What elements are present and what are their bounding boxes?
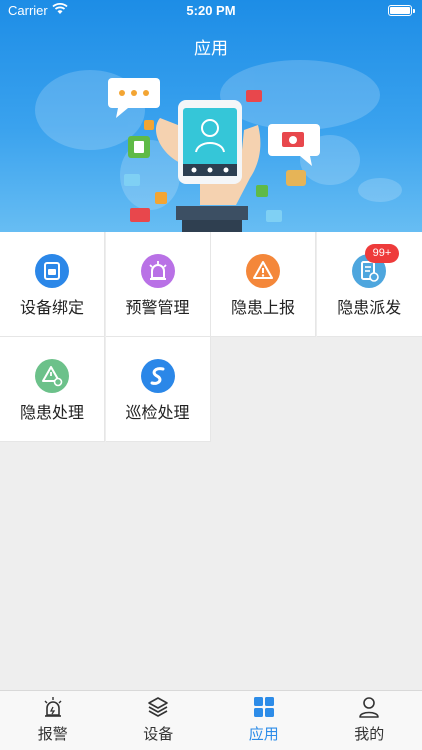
- hero-banner: Carrier 5:20 PM 应用: [0, 0, 422, 232]
- app-alarm-management[interactable]: 预警管理: [105, 232, 211, 337]
- tab-label: 应用: [248, 725, 279, 743]
- app-label: 隐患派发: [337, 298, 402, 317]
- tab-devices[interactable]: 设备: [106, 691, 212, 750]
- app-label: 巡检处理: [125, 403, 190, 422]
- page-title: 应用: [194, 39, 228, 59]
- app-patrol-handling[interactable]: 巡检处理: [105, 337, 211, 442]
- app-label: 隐患上报: [230, 298, 295, 317]
- warning-triangle-icon: [246, 254, 280, 288]
- layers-icon: [148, 697, 169, 717]
- app-label: 预警管理: [125, 298, 190, 317]
- tab-label: 我的: [354, 725, 385, 743]
- app-device-bind[interactable]: 设备绑定: [0, 232, 105, 337]
- app-label: 设备绑定: [19, 298, 84, 317]
- app-label: 隐患处理: [19, 403, 84, 422]
- grid-apps-icon: [253, 697, 274, 717]
- alarm-light-icon: [44, 697, 62, 717]
- tab-apps[interactable]: 应用: [211, 691, 317, 750]
- battery-icon: [388, 5, 415, 16]
- notification-badge: 99+: [365, 244, 399, 263]
- tab-profile[interactable]: 我的: [317, 691, 422, 750]
- tab-label: 设备: [143, 725, 174, 743]
- tab-label: 报警: [37, 725, 68, 743]
- tab-bar: 报警 设备 应用 我的: [0, 690, 422, 750]
- app-hazard-handling[interactable]: 隐患处理: [0, 337, 105, 442]
- app-hazard-report[interactable]: 隐患上报: [211, 232, 316, 337]
- alarm-light-icon: [140, 254, 175, 288]
- patrol-route-icon: [140, 359, 175, 393]
- tab-alarm[interactable]: 报警: [0, 691, 106, 750]
- hazard-settings-icon: [35, 359, 69, 393]
- status-bar: Carrier 5:20 PM: [0, 0, 422, 22]
- user-icon: [359, 697, 380, 718]
- status-time: 5:20 PM: [186, 3, 236, 18]
- device-bind-icon: [35, 254, 69, 288]
